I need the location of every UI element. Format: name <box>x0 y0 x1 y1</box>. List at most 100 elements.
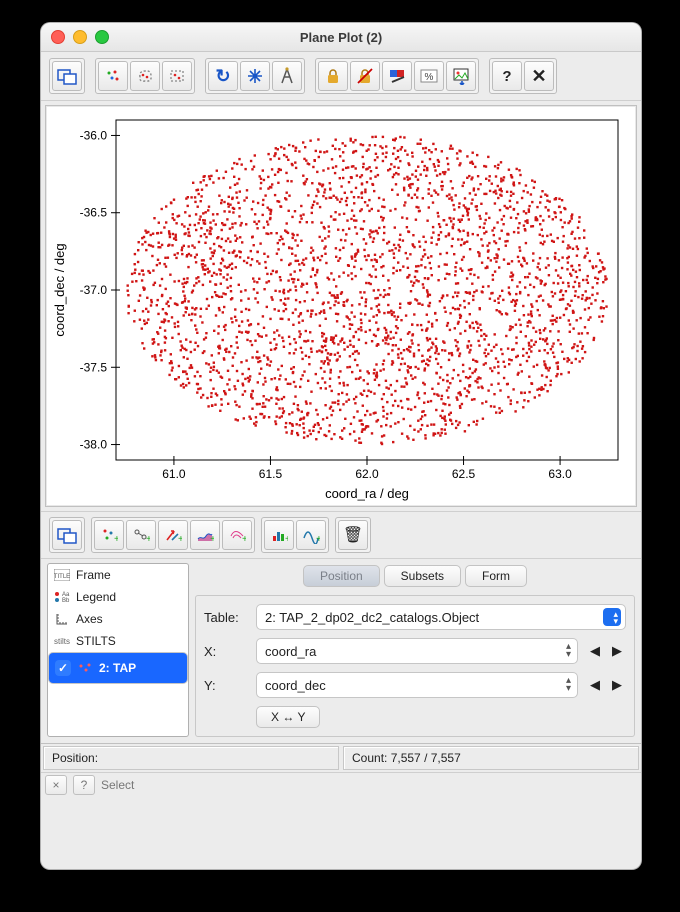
chevrons-icon: ▴▾ <box>613 611 618 625</box>
tree-item-legend[interactable]: AaBb Legend <box>48 586 188 608</box>
swap-xy-button[interactable]: X ↔ Y <box>256 706 320 728</box>
x-label: X: <box>204 644 248 659</box>
add-vector-layer-button[interactable]: + <box>158 520 188 550</box>
points-region-icon <box>104 67 122 85</box>
table-select[interactable]: 2: TAP_2_dp02_dc2_catalogs.Object ▴▾ <box>256 604 626 630</box>
helpbar-close-button[interactable]: × <box>45 775 67 795</box>
helpbar-hint: Select <box>101 778 134 792</box>
contour-layer-icon: + <box>228 526 246 544</box>
svg-text:-37.5: -37.5 <box>80 360 108 374</box>
tree-item-layer-1[interactable]: ✓ 2: TAP <box>48 652 188 684</box>
helpbar-help-button[interactable]: ? <box>73 775 95 795</box>
status-position: Position: <box>43 746 339 770</box>
y-next-button[interactable]: ▶ <box>608 675 626 695</box>
rescale-button[interactable] <box>240 61 270 91</box>
svg-text:61.5: 61.5 <box>259 467 283 481</box>
vector-layer-icon: + <box>164 526 182 544</box>
y-prev-button[interactable]: ◀ <box>586 675 604 695</box>
lock-y-icon <box>356 67 374 85</box>
x-field-select[interactable]: coord_ra ▴▾ <box>256 638 578 664</box>
layer-form: Position Subsets Form Table: 2: TAP_2_dp… <box>195 563 635 737</box>
scatter-plot[interactable]: -36.0-36.5-37.0-37.5-38.061.061.562.062.… <box>46 106 632 506</box>
rect-select-icon <box>168 67 186 85</box>
svg-text:coord_ra / deg: coord_ra / deg <box>325 486 409 501</box>
add-function-layer-button[interactable]: + <box>296 520 326 550</box>
close-button[interactable]: ✕ <box>524 61 554 91</box>
blob-icon <box>136 67 154 85</box>
svg-text:+: + <box>285 534 288 544</box>
subset-from-visible-button[interactable] <box>98 61 128 91</box>
plot-panel: -36.0-36.5-37.0-37.5-38.061.061.562.062.… <box>45 105 637 507</box>
status-count-label: Count: <box>352 751 387 765</box>
tree-item-label: 2: TAP <box>99 661 136 675</box>
svg-text:Bb: Bb <box>62 598 70 603</box>
layer-toolbar: + + + + + + + 🗑 <box>41 511 641 559</box>
mark-layer-icon: + <box>100 526 118 544</box>
float-controls-button[interactable] <box>52 61 82 91</box>
tree-item-label: Legend <box>76 590 116 604</box>
tree-item-stilts[interactable]: stilts STILTS <box>48 630 188 652</box>
add-contour-layer-button[interactable]: + <box>222 520 252 550</box>
tree-item-label: Axes <box>76 612 103 626</box>
tree-item-frame[interactable]: TITLE Frame <box>48 564 188 586</box>
float-layer-controls-button[interactable] <box>52 520 82 550</box>
x-prev-button[interactable]: ◀ <box>586 641 604 661</box>
chevrons-icon: ▴▾ <box>566 677 571 693</box>
svg-text:+: + <box>316 534 320 544</box>
help-button[interactable]: ? <box>492 61 522 91</box>
config-area: TITLE Frame AaBb Legend Axes stilts STIL… <box>41 559 641 743</box>
form-tabs: Position Subsets Form <box>195 563 635 589</box>
blob-subset-button[interactable] <box>130 61 160 91</box>
frame-icon: TITLE <box>54 567 70 583</box>
tab-form[interactable]: Form <box>465 565 527 587</box>
svg-text:coord_dec / deg: coord_dec / deg <box>52 243 67 336</box>
top-toolbar: ↻ % ? ✕ <box>41 52 641 101</box>
svg-text:TITLE: TITLE <box>54 574 70 580</box>
layer-tree[interactable]: TITLE Frame AaBb Legend Axes stilts STIL… <box>47 563 189 737</box>
titlebar[interactable]: Plane Plot (2) <box>41 23 641 52</box>
rect-subset-button[interactable] <box>162 61 192 91</box>
status-count: Count: 7,557 / 7,557 <box>343 746 639 770</box>
lock-x-button[interactable] <box>318 61 348 91</box>
layer-visible-checkbox[interactable]: ✓ <box>55 660 71 676</box>
tree-item-axes[interactable]: Axes <box>48 608 188 630</box>
plot-area[interactable]: -36.0-36.5-37.0-37.5-38.061.061.562.062.… <box>46 106 636 506</box>
position-form: Table: 2: TAP_2_dp02_dc2_catalogs.Object… <box>195 595 635 737</box>
y-value: coord_dec <box>265 678 326 693</box>
svg-text:-36.0: -36.0 <box>80 128 108 142</box>
y-label: Y: <box>204 678 248 693</box>
stilts-icon: stilts <box>54 633 70 649</box>
delete-layer-button[interactable]: 🗑 <box>338 520 368 550</box>
tree-item-label: STILTS <box>76 634 116 648</box>
status-count-value: 7,557 / 7,557 <box>391 751 461 765</box>
add-pair-layer-button[interactable]: + <box>126 520 156 550</box>
sketch-toggle-button[interactable] <box>382 61 412 91</box>
area-layer-icon: + <box>196 526 214 544</box>
x-next-button[interactable]: ▶ <box>608 641 626 661</box>
arrows-out-icon <box>245 66 265 86</box>
legend-icon: AaBb <box>54 589 70 605</box>
replot-button[interactable]: ↻ <box>208 61 238 91</box>
svg-text:+: + <box>178 534 182 544</box>
svg-text:+: + <box>114 534 118 544</box>
measure-button[interactable] <box>272 61 302 91</box>
svg-text:+: + <box>146 534 150 544</box>
svg-text:%: % <box>425 72 434 83</box>
tab-position[interactable]: Position <box>303 565 380 587</box>
svg-text:-38.0: -38.0 <box>80 438 108 452</box>
chevrons-icon: ▴▾ <box>566 643 571 659</box>
export-image-button[interactable] <box>446 61 476 91</box>
percent-button[interactable]: % <box>414 61 444 91</box>
table-label: Table: <box>204 610 248 625</box>
add-mark-layer-button[interactable]: + <box>94 520 124 550</box>
tab-subsets[interactable]: Subsets <box>384 565 461 587</box>
panels-icon <box>57 526 77 544</box>
panels-icon <box>57 67 77 85</box>
svg-text:62.5: 62.5 <box>452 467 476 481</box>
lock-y-button[interactable] <box>350 61 380 91</box>
add-area-layer-button[interactable]: + <box>190 520 220 550</box>
histogram-icon: + <box>270 526 288 544</box>
y-field-select[interactable]: coord_dec ▴▾ <box>256 672 578 698</box>
add-histogram-layer-button[interactable]: + <box>264 520 294 550</box>
scatter-layer-icon <box>77 660 93 676</box>
